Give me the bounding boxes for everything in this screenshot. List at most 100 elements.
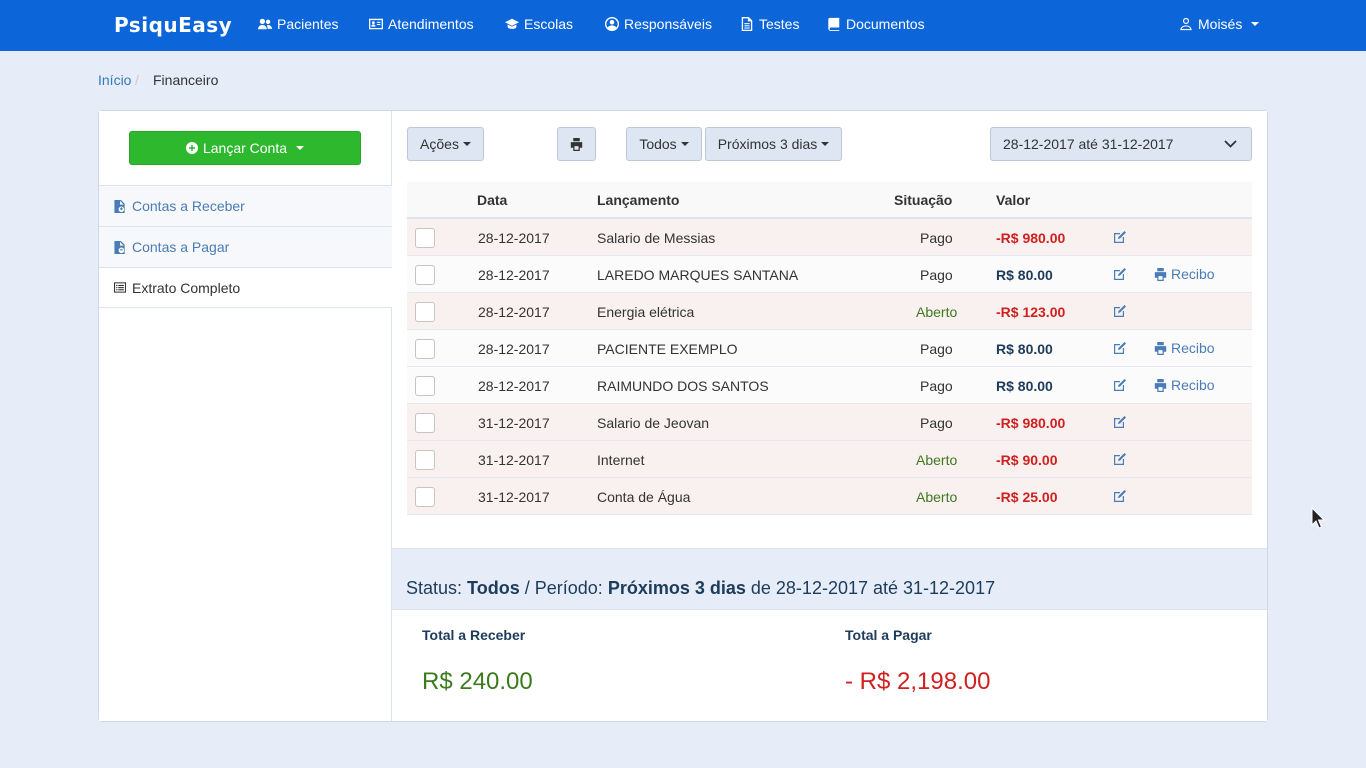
row-description: Energia elétrica [597, 304, 695, 320]
sidebar-item-contas-receber[interactable]: Contas a Receber [99, 185, 392, 226]
row-date: 31-12-2017 [478, 452, 550, 468]
chevron-down-icon [296, 146, 305, 150]
status-label: Status: [406, 578, 463, 598]
column-header-situacao[interactable]: Situação [894, 192, 952, 208]
row-status: Pago [920, 267, 953, 283]
table-row[interactable]: 31-12-2017 Internet Aberto -R$ 90.00 [407, 441, 1252, 478]
chevron-down-icon [1224, 140, 1237, 148]
print-button[interactable] [557, 127, 596, 161]
row-description: Salario de Messias [597, 230, 716, 246]
date-range-picker[interactable]: 28-12-2017 até 31-12-2017 [990, 127, 1252, 161]
total-receber-value: R$ 240.00 [422, 668, 533, 695]
nav-atendimentos[interactable]: Atendimentos [369, 16, 474, 32]
breadcrumb-home[interactable]: Início [98, 72, 131, 88]
print-icon [1154, 267, 1167, 281]
row-value: -R$ 980.00 [996, 230, 1066, 246]
row-checkbox[interactable] [415, 228, 435, 248]
row-status: Aberto [916, 304, 958, 320]
top-navbar: PsiquEasy Pacientes Atendimentos Escolas… [0, 0, 1366, 51]
list-alt-icon [114, 282, 126, 293]
column-header-data[interactable]: Data [477, 192, 507, 208]
row-value: -R$ 90.00 [996, 452, 1058, 468]
edit-icon[interactable] [1113, 489, 1127, 503]
breadcrumb-separator: / [135, 72, 139, 88]
edit-icon[interactable] [1113, 267, 1127, 281]
table-row[interactable]: 28-12-2017 Salario de Messias Pago -R$ 9… [407, 219, 1252, 256]
date-range-value: 28-12-2017 até 31-12-2017 [1003, 136, 1174, 152]
actions-label: Ações [420, 136, 459, 152]
print-icon [1154, 378, 1167, 392]
row-date: 31-12-2017 [478, 489, 550, 505]
sidebar-item-extrato-completo[interactable]: Extrato Completo [99, 267, 392, 308]
user-icon [1180, 17, 1192, 31]
row-checkbox[interactable] [415, 413, 435, 433]
edit-icon[interactable] [1113, 230, 1127, 244]
period-filter-dropdown[interactable]: Próximos 3 dias [705, 127, 842, 161]
period-value: Próximos 3 dias [607, 578, 746, 598]
table-row[interactable]: 28-12-2017 LAREDO MARQUES SANTANA Pago R… [407, 256, 1252, 293]
row-checkbox[interactable] [415, 487, 435, 507]
launch-account-button[interactable]: Lançar Conta [129, 131, 361, 165]
nav-testes[interactable]: Testes [740, 16, 799, 32]
edit-icon[interactable] [1113, 452, 1127, 466]
status-filter-label: Todos [639, 136, 677, 152]
recibo-link[interactable]: Recibo [1154, 377, 1215, 393]
row-description: RAIMUNDO DOS SANTOS [597, 378, 769, 394]
table-row[interactable]: 31-12-2017 Salario de Jeovan Pago -R$ 98… [407, 404, 1252, 441]
chevron-down-icon [680, 142, 689, 146]
nav-label: Atendimentos [388, 16, 474, 32]
user-name: Moisés [1198, 16, 1243, 32]
nav-label: Pacientes [277, 16, 339, 32]
row-status: Aberto [916, 489, 958, 505]
chevron-down-icon [821, 142, 830, 146]
brand-logo[interactable]: PsiquEasy [114, 13, 232, 37]
column-header-valor[interactable]: Valor [996, 192, 1030, 208]
graduation-cap-icon [505, 18, 519, 29]
print-icon [1154, 341, 1167, 355]
row-value: -R$ 123.00 [996, 304, 1066, 320]
nav-responsaveis[interactable]: Responsáveis [605, 16, 712, 32]
breadcrumb-current: Financeiro [153, 72, 219, 88]
table-row[interactable]: 28-12-2017 RAIMUNDO DOS SANTOS Pago R$ 8… [407, 367, 1252, 404]
row-date: 28-12-2017 [478, 341, 550, 357]
sidebar-item-label: Extrato Completo [132, 279, 241, 296]
recibo-link[interactable]: Recibo [1154, 266, 1215, 282]
edit-icon[interactable] [1113, 304, 1127, 318]
nav-escolas[interactable]: Escolas [505, 16, 573, 32]
status-filter-dropdown[interactable]: Todos [626, 127, 702, 161]
recibo-link[interactable]: Recibo [1154, 340, 1215, 356]
row-date: 31-12-2017 [478, 415, 550, 431]
column-header-lancamento[interactable]: Lançamento [597, 192, 679, 208]
actions-dropdown[interactable]: Ações [407, 127, 484, 161]
id-card-icon [369, 18, 383, 30]
row-checkbox[interactable] [415, 265, 435, 285]
edit-icon[interactable] [1113, 415, 1127, 429]
period-filter-label: Próximos 3 dias [717, 136, 818, 152]
user-circle-icon [605, 17, 619, 31]
chevron-down-icon [462, 142, 471, 146]
edit-icon[interactable] [1113, 341, 1127, 355]
table-row[interactable]: 28-12-2017 PACIENTE EXEMPLO Pago R$ 80.0… [407, 330, 1252, 367]
edit-icon[interactable] [1113, 378, 1127, 392]
sidebar-item-label: Contas a Pagar [132, 239, 230, 255]
row-date: 28-12-2017 [478, 230, 550, 246]
nav-pacientes[interactable]: Pacientes [258, 16, 338, 32]
row-checkbox[interactable] [415, 339, 435, 359]
users-icon [258, 18, 272, 30]
sidebar-item-contas-pagar[interactable]: Contas a Pagar [99, 226, 392, 267]
recibo-label: Recibo [1171, 377, 1215, 393]
recibo-label: Recibo [1171, 266, 1215, 282]
nav-documentos[interactable]: Documentos [827, 16, 925, 32]
table-row[interactable]: 31-12-2017 Conta de Água Aberto -R$ 25.0… [407, 478, 1252, 515]
row-checkbox[interactable] [415, 302, 435, 322]
status-value: Todos [467, 578, 520, 598]
row-checkbox[interactable] [415, 376, 435, 396]
row-status: Aberto [916, 452, 958, 468]
row-checkbox[interactable] [415, 450, 435, 470]
user-menu[interactable]: Moisés [1179, 16, 1260, 32]
table-row[interactable]: 28-12-2017 Energia elétrica Aberto -R$ 1… [407, 293, 1252, 330]
row-value: -R$ 25.00 [996, 489, 1058, 505]
row-date: 28-12-2017 [478, 378, 550, 394]
nav-label: Testes [759, 16, 800, 32]
row-status: Pago [920, 415, 953, 431]
